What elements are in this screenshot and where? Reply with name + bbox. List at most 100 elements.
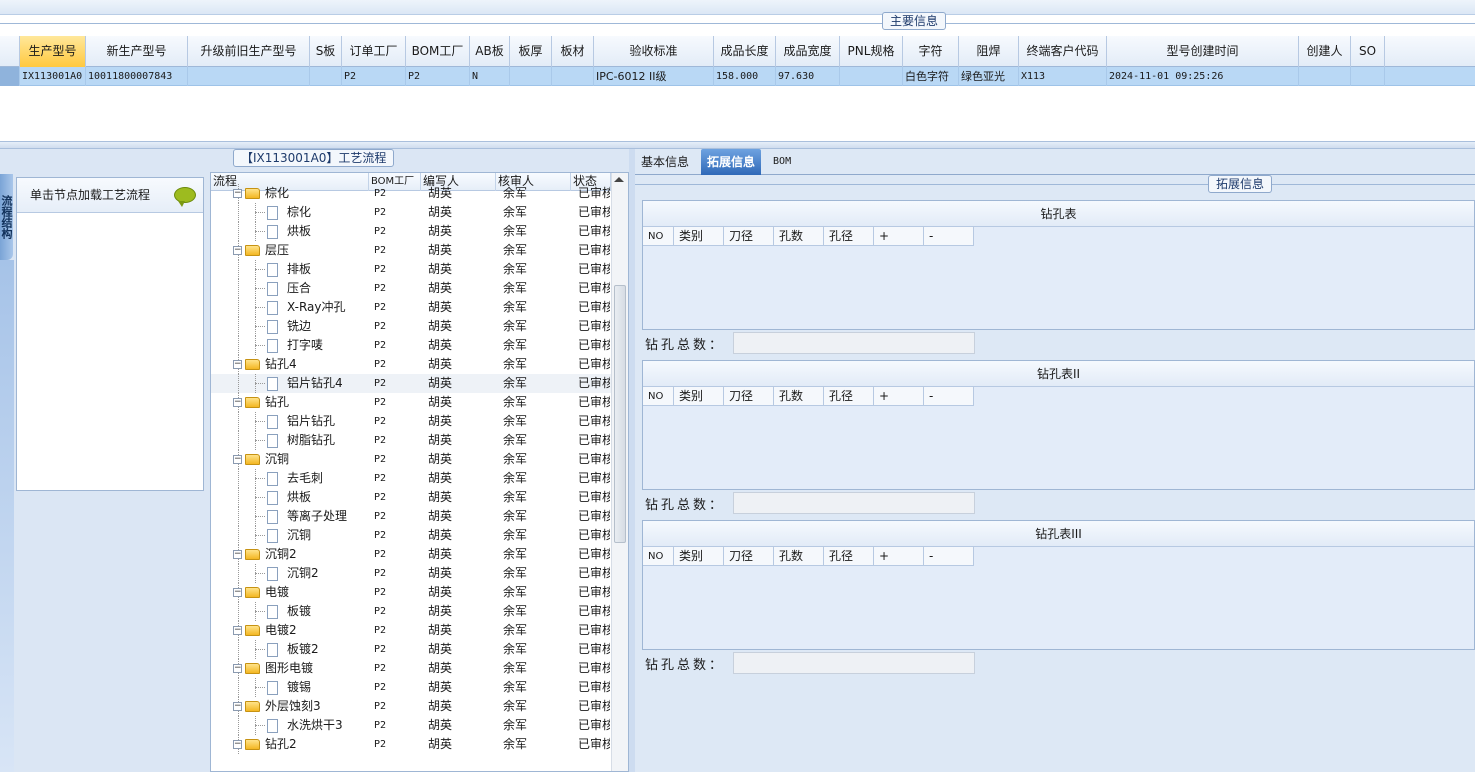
tree-row[interactable]: 排板 P2 胡英 余军 已审核 (211, 260, 611, 279)
grid-col-header[interactable]: 创建人 (1299, 36, 1351, 67)
tree-row[interactable]: − 电镀 P2 胡英 余军 已审核 (211, 583, 611, 602)
tree-cell-reviewer: 余军 (503, 224, 528, 238)
add-column-button[interactable]: + (874, 227, 924, 246)
grid-col-header[interactable]: 验收标准 (594, 36, 714, 67)
grid-col-header[interactable]: 订单工厂 (342, 36, 406, 67)
folder-icon (245, 359, 260, 370)
tree-row[interactable]: − 图形电镀 P2 胡英 余军 已审核 (211, 659, 611, 678)
node-hint-title[interactable]: 单击节点加载工艺流程 (17, 178, 203, 213)
tree-row[interactable]: − 层压 P2 胡英 余军 已审核 (211, 241, 611, 260)
grid-col-header[interactable]: S板 (310, 36, 342, 67)
tree-cell-writer: 胡英 (428, 661, 453, 675)
grid-col-header[interactable]: 型号创建时间 (1107, 36, 1299, 67)
tree-row[interactable]: 铝片钻孔4 P2 胡英 余军 已审核 (211, 374, 611, 393)
scroll-up-arrow-icon[interactable] (614, 177, 624, 182)
tree-row[interactable]: 压合 P2 胡英 余军 已审核 (211, 279, 611, 298)
tab-ext-info[interactable]: 拓展信息 (701, 149, 762, 175)
collapse-toggle-icon[interactable]: − (233, 550, 242, 559)
grid-col-header[interactable]: 阻焊 (959, 36, 1019, 67)
tree-row[interactable]: − 棕化 P2 胡英 余军 已审核 (211, 184, 611, 203)
tree-row[interactable]: 打字唛 P2 胡英 余军 已审核 (211, 336, 611, 355)
remove-column-button[interactable]: - (924, 547, 974, 566)
collapse-toggle-icon[interactable]: − (233, 398, 242, 407)
process-tree-grid: 流程BOM工厂编写人核审人状态 −棕化P2胡英余军已审核棕化P2胡英余军已审核烘… (210, 172, 629, 772)
vertical-tab-process-structure[interactable]: 流程结构 (0, 174, 13, 260)
tree-cell-status: 已审核 (578, 509, 610, 523)
add-column-button[interactable]: + (874, 547, 924, 566)
collapse-toggle-icon[interactable]: − (233, 740, 242, 749)
tree-cell-bom: P2 (374, 549, 387, 560)
tree-row[interactable]: − 沉铜2 P2 胡英 余军 已审核 (211, 545, 611, 564)
grid-col-header[interactable]: AB板 (470, 36, 510, 67)
tree-cell-writer: 胡英 (428, 642, 453, 656)
tree-row[interactable]: 镀锡 P2 胡英 余军 已审核 (211, 678, 611, 697)
grid-col-header[interactable]: 新生产型号 (86, 36, 188, 67)
remove-column-button[interactable]: - (924, 387, 974, 406)
collapse-toggle-icon[interactable]: − (233, 246, 242, 255)
tree-row[interactable]: − 钻孔4 P2 胡英 余军 已审核 (211, 355, 611, 374)
tree-row[interactable]: 去毛刺 P2 胡英 余军 已审核 (211, 469, 611, 488)
tree-row[interactable]: 棕化 P2 胡英 余军 已审核 (211, 203, 611, 222)
drill-total-input[interactable] (733, 332, 975, 354)
tree-row[interactable]: 烘板 P2 胡英 余军 已审核 (211, 488, 611, 507)
tree-cell-status: 已审核 (578, 528, 610, 542)
grid-col-header[interactable]: 板厚 (510, 36, 552, 67)
tree-cell-reviewer: 余军 (503, 205, 528, 219)
tab-basic-info[interactable]: 基本信息 (635, 149, 695, 175)
tree-scrollbar[interactable] (611, 173, 628, 771)
folder-icon (245, 549, 260, 560)
tree-row[interactable]: − 钻孔2 P2 胡英 余军 已审核 (211, 735, 611, 754)
tree-row[interactable]: 沉铜 P2 胡英 余军 已审核 (211, 526, 611, 545)
tree-row[interactable]: 板镀 P2 胡英 余军 已审核 (211, 602, 611, 621)
tree-row[interactable]: − 沉铜 P2 胡英 余军 已审核 (211, 450, 611, 469)
grid-selected-row[interactable]: IX113001A0 10011800007843 P2 P2 N IPC-6012 II… (0, 67, 1475, 86)
row-indicator[interactable] (0, 67, 20, 86)
tree-row[interactable]: 等离子处理 P2 胡英 余军 已审核 (211, 507, 611, 526)
tree-cell-bom: P2 (374, 378, 387, 389)
grid-col-header[interactable]: 终端客户代码 (1019, 36, 1107, 67)
tab-bom[interactable]: BOM (767, 149, 797, 175)
tree-row[interactable]: − 电镀2 P2 胡英 余军 已审核 (211, 621, 611, 640)
tree-cell-status: 已审核 (578, 205, 610, 219)
tree-row[interactable]: X-Ray冲孔 P2 胡英 余军 已审核 (211, 298, 611, 317)
grid-col-header[interactable]: 成品长度 (714, 36, 776, 67)
add-column-button[interactable]: + (874, 387, 924, 406)
collapse-toggle-icon[interactable]: − (233, 360, 242, 369)
collapse-toggle-icon[interactable]: − (233, 664, 242, 673)
tree-row[interactable]: 烘板 P2 胡英 余军 已审核 (211, 222, 611, 241)
grid-col-header[interactable]: 字符 (903, 36, 959, 67)
grid-col-header[interactable]: 生产型号 (20, 36, 86, 67)
tree-row[interactable]: 树脂钻孔 P2 胡英 余军 已审核 (211, 431, 611, 450)
grid-col-header[interactable]: 板材 (552, 36, 594, 67)
tree-cell-bom: P2 (374, 435, 387, 446)
drill-total-input[interactable] (733, 652, 975, 674)
grid-col-header[interactable]: BOM工厂 (406, 36, 470, 67)
tree-row[interactable]: − 外层蚀刻3 P2 胡英 余军 已审核 (211, 697, 611, 716)
tree-row[interactable]: 沉铜2 P2 胡英 余军 已审核 (211, 564, 611, 583)
drill-total-row: 钻孔总数： (645, 651, 975, 675)
tree-row[interactable]: 铝片钻孔 P2 胡英 余军 已审核 (211, 412, 611, 431)
remove-column-button[interactable]: - (924, 227, 974, 246)
grid-col-header[interactable]: PNL规格 (840, 36, 903, 67)
grid-col-header[interactable]: 成品宽度 (776, 36, 840, 67)
grid-col-header[interactable]: 升级前旧生产型号 (188, 36, 310, 67)
collapse-toggle-icon[interactable]: − (233, 588, 242, 597)
collapse-toggle-icon[interactable]: − (233, 455, 242, 464)
tree-row[interactable]: 铣边 P2 胡英 余军 已审核 (211, 317, 611, 336)
horizontal-splitter[interactable] (0, 141, 1475, 149)
tree-row[interactable]: 板镀2 P2 胡英 余军 已审核 (211, 640, 611, 659)
collapse-toggle-icon[interactable]: − (233, 189, 242, 198)
drill-col-header: 孔数 (774, 547, 824, 566)
grid-col-header[interactable]: SO (1351, 36, 1385, 67)
collapse-toggle-icon[interactable]: − (233, 626, 242, 635)
drill-col-header: 类别 (674, 387, 724, 406)
tree-row[interactable]: − 钻孔 P2 胡英 余军 已审核 (211, 393, 611, 412)
ext-info-legend: 拓展信息 (1208, 175, 1273, 193)
scroll-thumb[interactable] (614, 285, 626, 543)
tree-row[interactable]: 水洗烘干3 P2 胡英 余军 已审核 (211, 716, 611, 735)
drill-total-input[interactable] (733, 492, 975, 514)
tree-node-name: 板镀 (287, 604, 312, 618)
tree-cell-writer: 胡英 (428, 376, 453, 390)
collapse-toggle-icon[interactable]: − (233, 702, 242, 711)
tree-cell-status: 已审核 (578, 357, 610, 371)
